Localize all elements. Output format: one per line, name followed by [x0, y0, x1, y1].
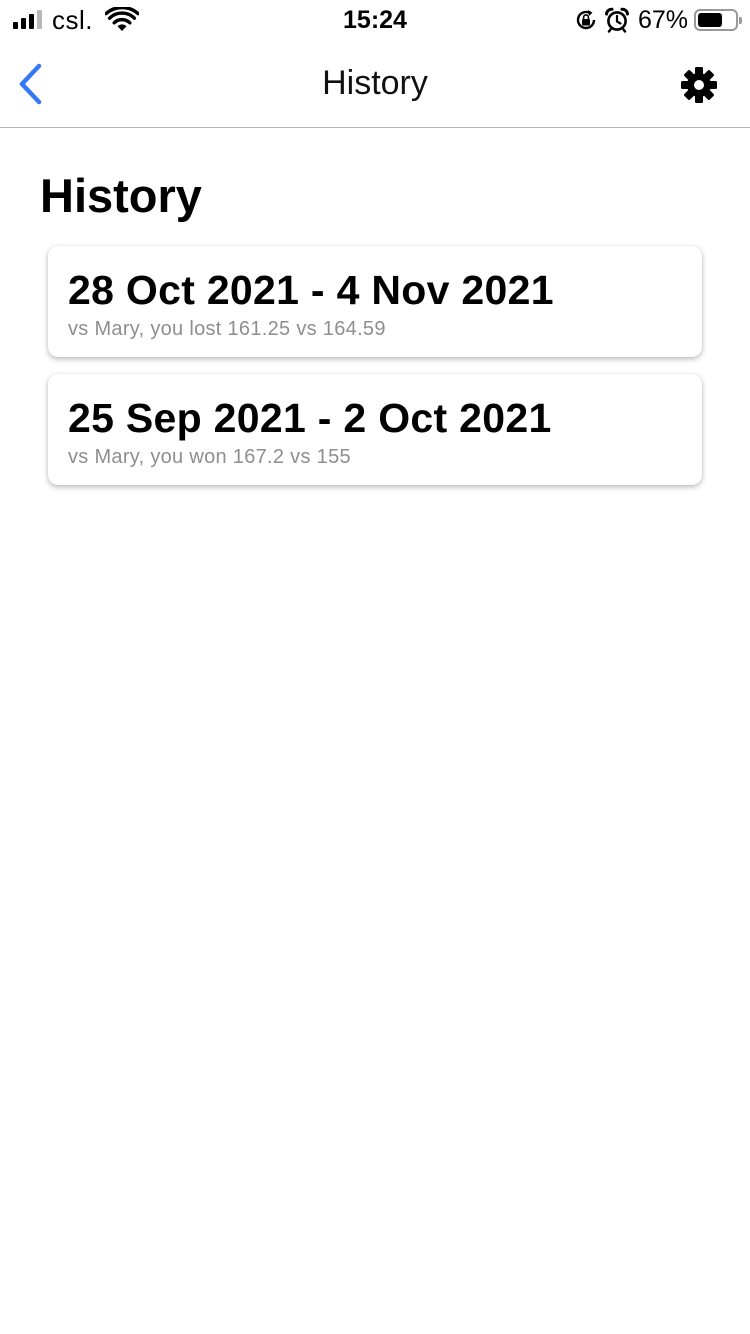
history-list: 28 Oct 2021 - 4 Nov 2021 vs Mary, you lo…	[48, 246, 702, 502]
status-bar: csl. 15:24 67%	[0, 0, 750, 40]
history-item-date-range: 28 Oct 2021 - 4 Nov 2021	[68, 267, 554, 313]
history-item-date-range: 25 Sep 2021 - 2 Oct 2021	[68, 395, 552, 441]
rotation-lock-icon	[576, 10, 596, 30]
alarm-icon	[604, 7, 629, 33]
navigation-bar: History	[0, 40, 750, 128]
page-title: History	[40, 169, 202, 222]
nav-title: History	[322, 64, 428, 102]
gear-icon	[681, 67, 717, 103]
history-item[interactable]: 28 Oct 2021 - 4 Nov 2021 vs Mary, you lo…	[48, 246, 702, 357]
history-item[interactable]: 25 Sep 2021 - 2 Oct 2021 vs Mary, you wo…	[48, 374, 702, 485]
battery-level	[698, 13, 722, 27]
status-right: 67%	[574, 5, 742, 35]
battery-percent: 67%	[637, 5, 688, 34]
settings-button[interactable]	[680, 66, 718, 104]
battery-icon	[694, 9, 742, 31]
history-item-result: vs Mary, you lost 161.25 vs 164.59	[68, 318, 386, 340]
history-item-result: vs Mary, you won 167.2 vs 155	[68, 446, 351, 468]
